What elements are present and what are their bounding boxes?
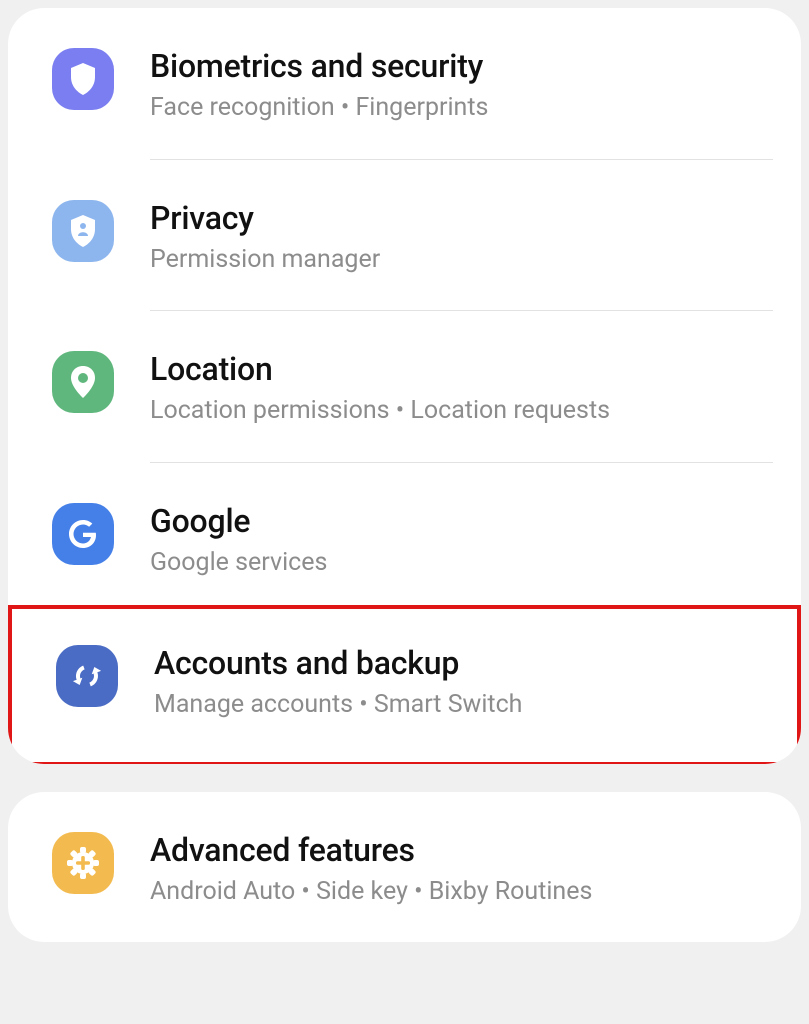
settings-item-subtitle: Manage accounts • Smart Switch (154, 689, 769, 722)
settings-item-title: Google (150, 501, 773, 541)
settings-item-title: Biometrics and security (150, 46, 773, 86)
settings-item-text: Location Location permissions • Location… (150, 349, 773, 428)
settings-item-subtitle: Face recognition • Fingerprints (150, 92, 773, 125)
settings-item-privacy[interactable]: Privacy Permission manager (8, 160, 801, 311)
settings-item-text: Biometrics and security Face recognition… (150, 46, 773, 125)
settings-item-text: Advanced features Android Auto • Side ke… (150, 830, 773, 909)
settings-item-subtitle: Location permissions • Location requests (150, 395, 773, 428)
settings-item-text: Google Google services (150, 501, 773, 580)
location-pin-icon (52, 351, 114, 413)
settings-item-text: Privacy Permission manager (150, 198, 773, 277)
settings-card-2: Advanced features Android Auto • Side ke… (8, 792, 801, 943)
settings-item-biometrics[interactable]: Biometrics and security Face recognition… (8, 8, 801, 159)
settings-item-subtitle: Permission manager (150, 244, 773, 277)
settings-item-title: Location (150, 349, 773, 389)
settings-item-title: Accounts and backup (154, 643, 769, 683)
settings-item-subtitle: Google services (150, 547, 773, 580)
settings-item-accounts-backup[interactable]: Accounts and backup Manage accounts • Sm… (12, 609, 797, 762)
settings-item-location[interactable]: Location Location permissions • Location… (8, 311, 801, 462)
settings-item-google[interactable]: Google Google services (8, 463, 801, 614)
settings-card-1: Biometrics and security Face recognition… (8, 8, 801, 764)
settings-item-text: Accounts and backup Manage accounts • Sm… (154, 643, 769, 722)
settings-item-advanced-features[interactable]: Advanced features Android Auto • Side ke… (8, 792, 801, 943)
highlight-box: Accounts and backup Manage accounts • Sm… (8, 605, 801, 764)
settings-item-subtitle: Android Auto • Side key • Bixby Routines (150, 876, 773, 909)
sync-icon (56, 645, 118, 707)
google-g-icon (52, 503, 114, 565)
settings-item-title: Privacy (150, 198, 773, 238)
shield-icon (52, 48, 114, 110)
privacy-shield-icon (52, 200, 114, 262)
settings-item-title: Advanced features (150, 830, 773, 870)
plus-gear-icon (52, 832, 114, 894)
